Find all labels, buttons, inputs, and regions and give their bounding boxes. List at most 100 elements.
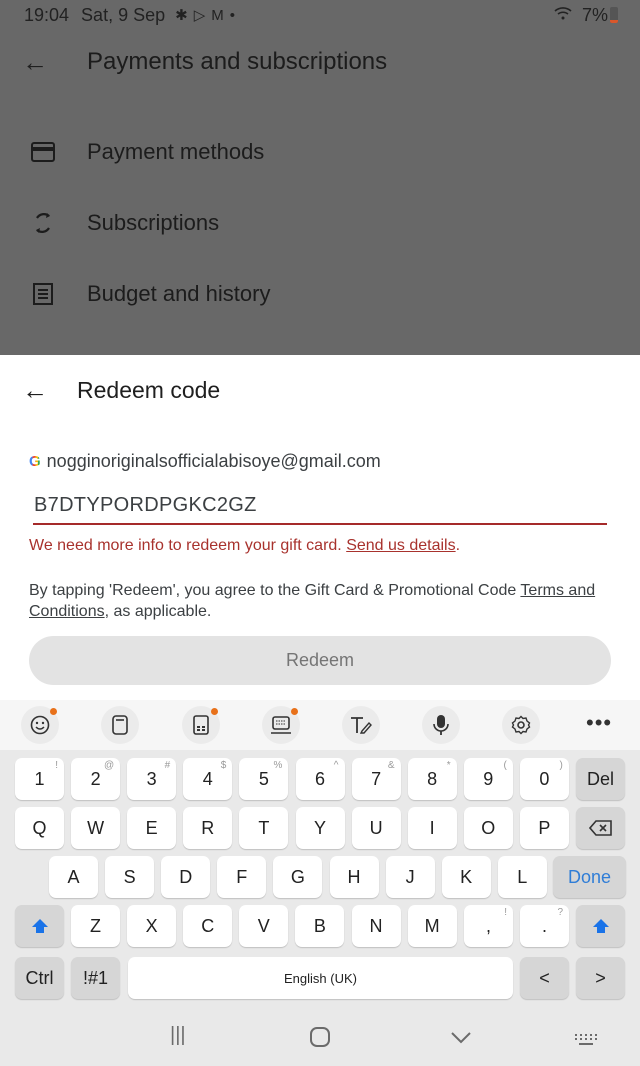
key-h[interactable]: H [329, 856, 379, 898]
key-2[interactable]: 2 @ [71, 758, 121, 800]
background-page-title: Payments and subscriptions [87, 48, 388, 75]
google-logo-icon: G [29, 453, 41, 470]
key-s[interactable]: S [105, 856, 155, 898]
key-p[interactable]: P [519, 807, 569, 849]
key-comma[interactable]: ,! [464, 905, 513, 947]
key-0[interactable]: 0) [519, 758, 569, 800]
menu-item-budget-history[interactable]: Budget and history [0, 264, 640, 324]
key-5[interactable]: 5% [239, 758, 289, 800]
notification-dot [50, 708, 57, 715]
key-1[interactable]: 1! [15, 758, 64, 800]
dot-icon: • [229, 6, 235, 24]
key-q[interactable]: Q [15, 807, 64, 849]
key-shift-right[interactable] [576, 905, 625, 947]
key-x[interactable]: X [127, 905, 177, 947]
key-done[interactable]: Done [553, 856, 626, 898]
back-arrow-icon[interactable]: ← [22, 47, 48, 78]
send-details-link[interactable]: Send us details [346, 537, 455, 554]
background-header: ← Payments and subscriptions [0, 36, 640, 88]
keyboard-mode-icon[interactable] [262, 706, 300, 744]
sheet-header: ← Redeem code [0, 369, 640, 413]
one-handed-icon[interactable] [182, 706, 220, 744]
terms-prefix: By tapping 'Redeem', you agree to the Gi… [29, 582, 521, 599]
sheet-title: Redeem code [77, 377, 221, 403]
home-icon[interactable] [309, 1026, 331, 1054]
wifi-icon [554, 6, 572, 24]
mic-icon[interactable] [422, 706, 460, 744]
key-ctrl[interactable]: Ctrl [15, 957, 64, 999]
key-shift-left[interactable] [15, 905, 64, 947]
notification-dot [291, 708, 298, 715]
credit-card-icon [30, 139, 56, 165]
key-g[interactable]: G [273, 856, 323, 898]
menu-item-label: Budget and history [87, 281, 271, 306]
key-m[interactable]: M [407, 905, 457, 947]
key-backspace[interactable] [576, 807, 625, 849]
keyboard-toolbar: ••• [0, 700, 640, 750]
key-z[interactable]: Z [71, 905, 120, 947]
menu-item-subscriptions[interactable]: Subscriptions [0, 193, 640, 253]
key-l[interactable]: L [497, 856, 547, 898]
key-f[interactable]: F [217, 856, 267, 898]
status-bar: 19:04 Sat, 9 Sep ✱ ▷ M • 7% [0, 0, 640, 30]
key-d[interactable]: D [161, 856, 211, 898]
error-message: We need more info to redeem your gift ca… [29, 537, 460, 555]
key-j[interactable]: J [385, 856, 435, 898]
navigation-bar: ||| [0, 1010, 640, 1066]
key-a[interactable]: A [49, 856, 98, 898]
back-arrow-icon[interactable]: ← [22, 375, 48, 406]
menu-item-payment-methods[interactable]: Payment methods [0, 122, 640, 182]
key-del[interactable]: Del [576, 758, 625, 800]
shift-icon [31, 919, 48, 933]
key-u[interactable]: U [351, 807, 401, 849]
gmail-icon: M [211, 6, 224, 24]
terms-suffix: , as applicable. [104, 603, 212, 620]
key-c[interactable]: C [183, 905, 233, 947]
error-text: We need more info to redeem your gift ca… [29, 537, 347, 554]
key-cursor-right[interactable]: > [576, 957, 625, 999]
settings-icon[interactable] [502, 706, 540, 744]
key-r[interactable]: R [183, 807, 233, 849]
key-v[interactable]: V [239, 905, 289, 947]
key-period[interactable]: .? [520, 905, 569, 947]
redeem-button[interactable]: Redeem [29, 636, 611, 685]
key-o[interactable]: O [463, 807, 513, 849]
play-store-icon: ▷ [193, 7, 206, 24]
key-3[interactable]: 3 # [127, 758, 177, 800]
key-e[interactable]: E [127, 807, 177, 849]
key-n[interactable]: N [351, 905, 401, 947]
status-time: 19:04 [24, 4, 70, 25]
keyboard-hide-icon[interactable] [574, 1030, 598, 1053]
backspace-icon [588, 820, 612, 836]
battery-icon [610, 7, 618, 23]
key-i[interactable]: I [407, 807, 457, 849]
gear-icon: ✱ [175, 7, 188, 24]
receipt-icon [30, 281, 56, 307]
key-8[interactable]: 8 * [407, 758, 457, 800]
done-label: Done [567, 866, 612, 887]
emoji-icon[interactable] [21, 706, 59, 744]
recents-icon[interactable]: ||| [170, 1024, 186, 1047]
key-4[interactable]: 4 $ [183, 758, 233, 800]
back-chevron-icon[interactable] [450, 1028, 472, 1051]
shift-icon [592, 919, 609, 933]
more-icon[interactable]: ••• [586, 710, 612, 736]
handwriting-icon[interactable] [342, 706, 380, 744]
key-w[interactable]: W [71, 807, 121, 849]
account-row: G nogginoriginalsofficialabisoye@gmail.c… [29, 451, 381, 472]
key-b[interactable]: B [295, 905, 345, 947]
sync-icon [30, 210, 56, 236]
code-input[interactable] [33, 491, 607, 525]
key-symbols[interactable]: !#1 [71, 957, 120, 999]
key-cursor-left[interactable]: < [520, 957, 569, 999]
redeem-code-sheet: ← Redeem code G nogginoriginalsofficiala… [0, 355, 640, 700]
key-9[interactable]: 9( [463, 758, 513, 800]
key-y[interactable]: Y [295, 807, 345, 849]
key-6[interactable]: 6 ^ [295, 758, 345, 800]
key-space[interactable]: English (UK) [128, 957, 513, 999]
key-7[interactable]: 7 & [351, 758, 401, 800]
key-t[interactable]: T [239, 807, 289, 849]
battery-percent: 7% [581, 4, 608, 25]
key-k[interactable]: K [441, 856, 491, 898]
clipboard-icon[interactable] [101, 706, 139, 744]
